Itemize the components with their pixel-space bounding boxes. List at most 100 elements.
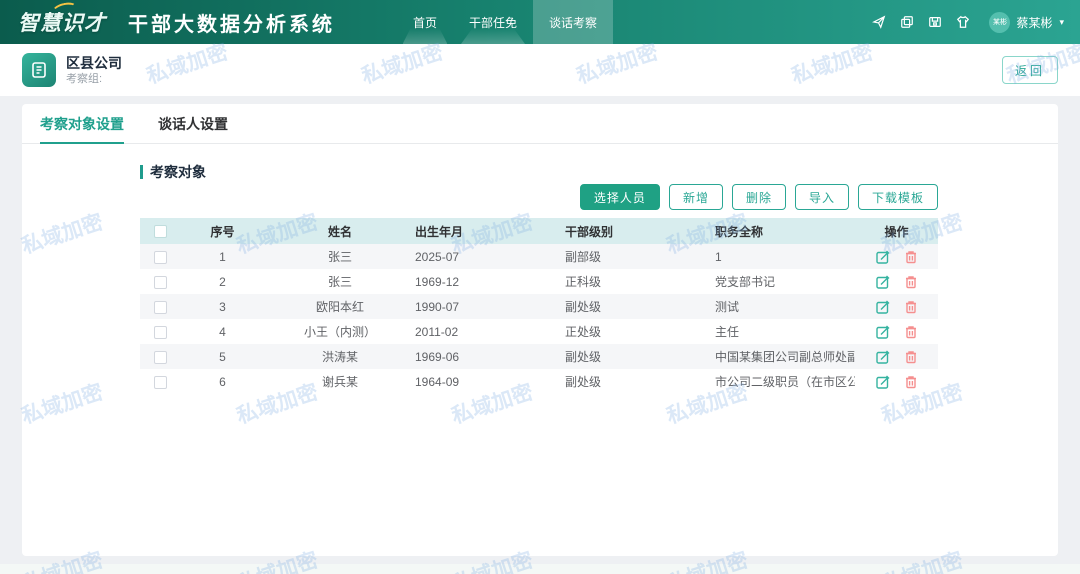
cell-title: 1 (715, 249, 722, 264)
edit-icon[interactable] (875, 325, 890, 339)
col-seq: 序号 (180, 218, 265, 244)
tab[interactable]: 谈话人设置 (158, 104, 228, 143)
section-title-text: 考察对象 (150, 164, 206, 180)
cell-name: 小王（内测） (303, 325, 376, 339)
chevron-down-icon: ▾ (1059, 16, 1064, 27)
cell-level: 副处级 (565, 350, 602, 364)
cell-seq: 5 (219, 349, 226, 364)
edit-icon[interactable] (875, 275, 890, 289)
back-button[interactable]: 返回 (1002, 56, 1058, 84)
row-checkbox[interactable] (153, 300, 167, 314)
table-row: 3 欧阳本红 1990-07 副处级 测试 (140, 294, 938, 319)
cell-seq: 6 (219, 374, 226, 389)
cell-name: 欧阳本红 (315, 300, 364, 314)
edit-icon[interactable] (875, 250, 890, 264)
cell-birth: 1969-12 (415, 274, 460, 289)
page-title: 区县公司 (66, 54, 122, 71)
delete-icon[interactable] (904, 375, 918, 389)
top-navbar: 智慧识才 干部大数据分析系统 首页 干部任免 谈话考察 某彬 蔡某彬 ▾ (0, 0, 1080, 44)
tab-label: 谈话人设置 (158, 115, 228, 132)
table-row: 2 张三 1969-12 正科级 党支部书记 (140, 269, 938, 294)
delete-icon[interactable] (904, 300, 918, 314)
toolbar-button[interactable]: 导入 (794, 184, 849, 210)
app-logo: 智慧识才 (18, 0, 106, 37)
nav-item-label: 干部任免 (469, 15, 518, 30)
cell-birth: 1964-09 (415, 374, 460, 389)
toolbar-button-label: 删除 (745, 190, 772, 205)
cell-birth: 1969-06 (415, 349, 460, 364)
toolbar-button-label: 新增 (682, 190, 709, 205)
cell-title: 中国某集团公司副总师处副... (715, 350, 855, 364)
tab-bar: 考察对象设置 谈话人设置 (22, 104, 1058, 144)
col-level: 干部级别 (565, 218, 715, 244)
cell-seq: 1 (219, 249, 226, 264)
delete-icon[interactable] (904, 350, 918, 364)
row-checkbox[interactable] (153, 350, 167, 364)
nav-item[interactable]: 首页 (397, 0, 453, 44)
edit-icon[interactable] (875, 375, 890, 389)
col-name: 姓名 (265, 218, 415, 244)
row-checkbox[interactable] (153, 325, 167, 339)
toolbar-button[interactable]: 删除 (731, 184, 786, 210)
cell-seq: 3 (219, 299, 226, 314)
cell-name: 洪涛某 (321, 350, 358, 364)
table-row: 6 谢兵某 1964-09 副处级 市公司二级职员（在市区公... (140, 369, 938, 394)
section-accent-bar (140, 165, 143, 179)
cell-level: 副处级 (565, 300, 602, 314)
cell-birth: 2025-07 (415, 249, 460, 264)
toolbar-button[interactable]: 新增 (668, 184, 723, 210)
main-nav: 首页 干部任免 谈话考察 (397, 0, 614, 44)
row-checkbox[interactable] (153, 275, 167, 289)
toolbar-button-label: 下载模板 (871, 190, 924, 205)
cell-title: 主任 (715, 325, 740, 339)
cell-birth: 2011-02 (415, 324, 459, 339)
col-birth: 出生年月 (415, 218, 565, 244)
paper-plane-icon[interactable] (871, 15, 886, 30)
cell-title: 测试 (715, 300, 740, 314)
cell-name: 张三 (327, 250, 352, 264)
cell-level: 正科级 (565, 275, 602, 289)
user-menu[interactable]: 某彬 蔡某彬 ▾ (989, 11, 1064, 33)
archive-icon[interactable] (927, 15, 942, 30)
edit-icon[interactable] (875, 350, 890, 364)
table-row: 1 张三 2025-07 副部级 1 (140, 244, 938, 269)
document-badge-icon (22, 53, 56, 87)
table-row: 5 洪涛某 1969-06 副处级 中国某集团公司副总师处副... (140, 344, 938, 369)
page-subtitle: 考察组: (66, 72, 103, 85)
table-header-row: 序号 姓名 出生年月 干部级别 职务全称 操作 (140, 218, 938, 244)
nav-item[interactable]: 干部任免 (453, 0, 533, 44)
section-title: 考察对象 (140, 164, 938, 180)
cell-name: 谢兵某 (321, 375, 358, 389)
col-ops: 操作 (855, 218, 938, 244)
delete-icon[interactable] (904, 325, 918, 339)
row-checkbox[interactable] (153, 250, 167, 264)
theme-shirt-icon[interactable] (955, 15, 970, 30)
main-card: 考察对象设置 谈话人设置 考察对象 选择人员 新增 删除 导入 下载模板 序号 … (22, 104, 1058, 556)
cell-birth: 1990-07 (415, 299, 460, 314)
table-row: 4 小王（内测） 2011-02 正处级 主任 (140, 319, 938, 344)
toolbar-button-label: 导入 (808, 190, 835, 205)
nav-item-highlight (402, 28, 448, 44)
col-title: 职务全称 (715, 218, 855, 244)
tab[interactable]: 考察对象设置 (40, 104, 124, 144)
toolbar-button[interactable]: 下载模板 (857, 184, 938, 210)
tab-label: 考察对象设置 (40, 115, 124, 132)
edit-icon[interactable] (875, 300, 890, 314)
toolbar-button[interactable]: 选择人员 (579, 184, 660, 210)
inspection-targets-table: 序号 姓名 出生年月 干部级别 职务全称 操作 1 张三 2025-07 副部级… (140, 218, 938, 394)
toolbar: 选择人员 新增 删除 导入 下载模板 (140, 184, 938, 210)
footer-strip (0, 564, 1080, 574)
delete-icon[interactable] (904, 250, 918, 264)
row-checkbox[interactable] (153, 375, 167, 389)
delete-icon[interactable] (904, 275, 918, 289)
cell-level: 副部级 (565, 250, 602, 264)
cell-level: 副处级 (565, 375, 602, 389)
user-avatar: 某彬 (989, 11, 1011, 33)
nav-item[interactable]: 谈话考察 (533, 0, 614, 44)
nav-item-label: 谈话考察 (549, 15, 598, 30)
copy-documents-icon[interactable] (899, 15, 914, 30)
select-all-checkbox[interactable] (153, 225, 167, 239)
cell-seq: 2 (219, 274, 226, 289)
app-title: 干部大数据分析系统 (128, 13, 335, 36)
user-name: 蔡某彬 (1016, 15, 1053, 30)
